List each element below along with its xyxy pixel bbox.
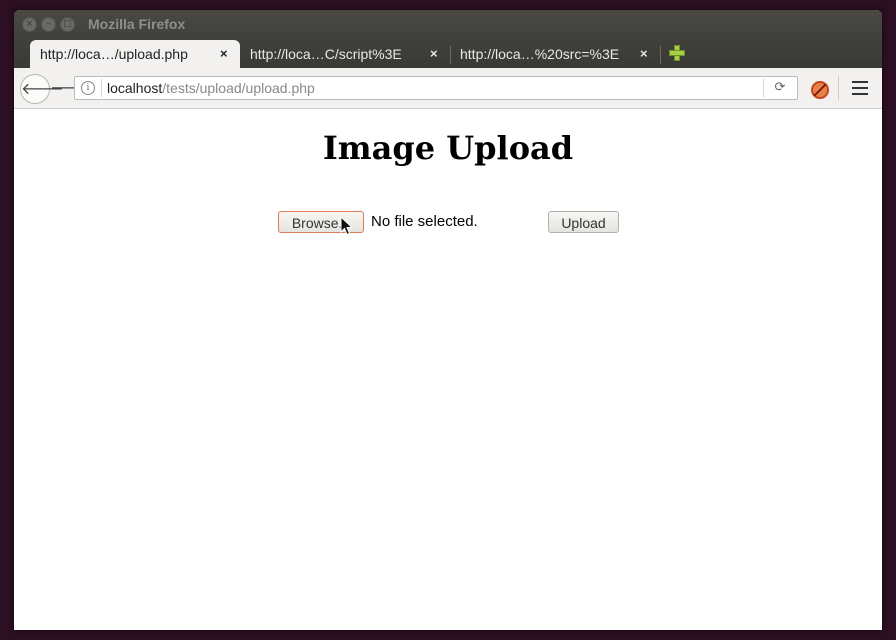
tab-close-icon[interactable]: × (430, 40, 438, 68)
mouse-pointer-icon (340, 216, 354, 236)
tab-img-src[interactable]: http://loca…%20src=%3E × (450, 40, 660, 68)
upload-button[interactable]: Upload (548, 211, 619, 233)
url-bar[interactable]: i localhost/tests/upload/upload.php ⟳ (74, 76, 798, 100)
window-maximize-button[interactable]: □ (60, 17, 75, 32)
tab-script[interactable]: http://loca…C/script%3E × (240, 40, 450, 68)
reload-icon[interactable]: ⟳ (771, 79, 789, 97)
url-path: /tests/upload/upload.php (162, 80, 315, 96)
browser-chrome: × – □ Mozilla Firefox http://loca…/uploa… (14, 10, 882, 68)
menu-bar (852, 87, 868, 89)
reload-separator (763, 79, 764, 97)
file-status-text: No file selected. (371, 213, 478, 230)
tab-label: http://loca…C/script%3E (250, 46, 402, 62)
url-input[interactable]: localhost/tests/upload/upload.php (107, 79, 315, 97)
new-tab-plus-icon[interactable] (669, 45, 685, 61)
tab-close-icon[interactable]: × (220, 40, 228, 68)
page-content: Image Upload Browse... No file selected.… (14, 109, 882, 630)
window-minimize-button[interactable]: – (41, 17, 56, 32)
window-close-button[interactable]: × (22, 17, 37, 32)
back-arrow-icon[interactable]: 🡐 (20, 74, 64, 104)
url-host: localhost (107, 80, 163, 96)
tab-close-icon[interactable]: × (640, 40, 648, 68)
forward-arrow-icon[interactable]: 🡒 (50, 80, 93, 96)
toolbar-separator (838, 76, 839, 100)
page-title: Image Upload (322, 129, 574, 167)
page-info-icon[interactable]: i (81, 81, 95, 95)
tab-separator (660, 46, 661, 64)
menu-bar (852, 93, 868, 95)
window-title: Mozilla Firefox (88, 16, 186, 32)
tab-upload-php[interactable]: http://loca…/upload.php × (30, 40, 240, 68)
navigation-toolbar: 🡐 🡒 i localhost/tests/upload/upload.php … (14, 68, 882, 109)
url-separator (101, 79, 102, 97)
blocked-addon-icon[interactable] (811, 81, 829, 99)
title-bar: × – □ Mozilla Firefox (14, 10, 882, 38)
hamburger-menu-icon[interactable] (852, 81, 868, 95)
tab-label: http://loca…%20src=%3E (460, 46, 620, 62)
browser-window: × – □ Mozilla Firefox http://loca…/uploa… (14, 10, 882, 630)
tab-label: http://loca…/upload.php (40, 46, 188, 62)
menu-bar (852, 81, 868, 83)
tab-strip: http://loca…/upload.php × http://loca…C/… (14, 38, 882, 68)
